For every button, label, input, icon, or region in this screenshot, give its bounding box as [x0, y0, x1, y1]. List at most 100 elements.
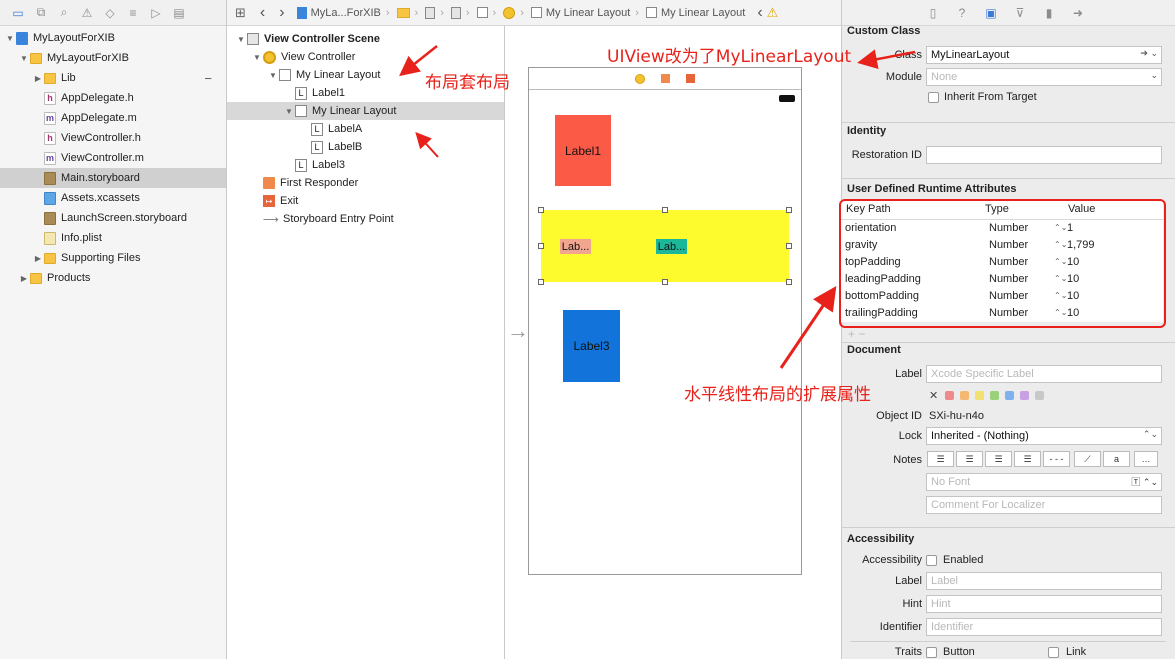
nav-item[interactable]: m AppDelegate.m [0, 108, 226, 128]
jumpbar-folder-crumb[interactable] [396, 7, 410, 18]
nav-item[interactable]: ▶ Products [0, 268, 226, 288]
help-icon[interactable]: ? [955, 6, 969, 20]
jumpbar-file-crumb[interactable] [425, 6, 436, 19]
outline-item[interactable]: ⟶ Storyboard Entry Point [227, 210, 504, 228]
text-color-icon[interactable]: a [1103, 451, 1130, 467]
class-dropdown-icon[interactable]: ➔ ⌄ [1140, 48, 1158, 59]
trait-link-checkbox[interactable] [1048, 647, 1059, 658]
outline-item[interactable]: First Responder [227, 174, 504, 192]
outline-item[interactable]: ▼ View Controller Scene [227, 30, 504, 48]
identifier-field[interactable]: Identifier [926, 618, 1162, 636]
search-icon[interactable]: ⌕ [58, 5, 70, 20]
warning-icon[interactable]: ⚠ [81, 6, 93, 20]
jumpbar-scene-icon-crumb[interactable] [476, 7, 488, 18]
jumpbar-view-crumb[interactable]: My Linear Layout [645, 7, 745, 19]
connections-inspector-icon[interactable]: ➜ [1071, 6, 1085, 20]
disclosure-triangle-icon[interactable]: ▼ [4, 34, 16, 43]
file-inspector-icon[interactable]: ▯ [926, 6, 940, 20]
back-button[interactable]: ‹ [260, 4, 265, 22]
jumpbar-base-crumb[interactable] [450, 6, 461, 19]
breakpoint-icon[interactable]: ▷ [150, 6, 162, 20]
jumpbar-project-crumb[interactable]: MyLa...ForXIB [296, 6, 381, 19]
outline-item[interactable]: ▼ My Linear Layout [227, 102, 504, 120]
disclosure-triangle-icon[interactable]: ▼ [283, 107, 295, 116]
label-color-chip[interactable] [975, 391, 984, 400]
test-icon[interactable]: ◇ [104, 6, 116, 20]
resize-handle[interactable] [786, 243, 792, 249]
hierarchy-icon[interactable]: ⧉ [35, 5, 47, 20]
outline-item[interactable]: ▼ View Controller [227, 48, 504, 66]
linear-layout-view[interactable]: Lab... Lab... [538, 207, 792, 285]
restoration-id-field[interactable] [926, 146, 1162, 164]
resize-handle[interactable] [786, 207, 792, 213]
debug-icon[interactable]: ≡ [127, 6, 139, 20]
jumpbar-scene-crumb[interactable]: My Linear Layout [530, 7, 630, 19]
align-justify-icon[interactable]: ☰ [1014, 451, 1041, 467]
font-field[interactable]: No Font 🅃 ⌃⌄ [926, 473, 1162, 491]
class-field[interactable]: MyLinearLayout ➔ ⌄ [926, 46, 1162, 64]
disclosure-triangle-icon[interactable]: ▶ [18, 274, 30, 283]
add-remove-attribute-buttons[interactable]: + − [848, 327, 865, 341]
disclosure-triangle-icon[interactable]: ▶ [32, 74, 44, 83]
size-inspector-icon[interactable]: ▮ [1042, 6, 1056, 20]
label-color-chip[interactable] [960, 391, 969, 400]
storyboard-entry-arrow-icon[interactable]: → [507, 318, 529, 344]
nav-item[interactable]: Info.plist [0, 228, 226, 248]
resize-handle[interactable] [538, 243, 544, 249]
identity-inspector-icon[interactable]: ▣ [984, 6, 998, 20]
nav-item[interactable]: ▶ Supporting Files [0, 248, 226, 268]
module-dropdown-icon[interactable]: ⌄ [1150, 70, 1158, 81]
label-color-chip[interactable] [1005, 391, 1014, 400]
warning-icon[interactable]: ⚠ [767, 5, 779, 21]
clear-color-icon[interactable]: ✕ [929, 389, 938, 402]
nav-item[interactable]: h AppDelegate.h [0, 88, 226, 108]
font-picker-icon[interactable]: 🅃 ⌃⌄ [1131, 475, 1158, 488]
nav-item[interactable]: Assets.xcassets [0, 188, 226, 208]
nav-item[interactable]: h ViewController.h [0, 128, 226, 148]
grid-icon[interactable]: ⊞ [235, 5, 246, 21]
labelA-view[interactable]: Lab... [560, 239, 591, 254]
lock-popup[interactable]: Inherited - (Nothing) ⌃⌄ [926, 427, 1162, 445]
resize-handle[interactable] [786, 279, 792, 285]
disclosure-triangle-icon[interactable]: ▼ [18, 54, 30, 63]
outline-item[interactable]: L LabelA [227, 120, 504, 138]
forward-button[interactable]: › [279, 4, 284, 22]
view-controller-icon[interactable] [635, 73, 645, 84]
resize-handle[interactable] [538, 279, 544, 285]
collapse-icon[interactable]: − [204, 71, 212, 86]
disclosure-triangle-icon[interactable]: ▼ [251, 53, 263, 62]
resize-handle[interactable] [662, 279, 668, 285]
nav-item[interactable]: ▼ MyLayoutForXIB [0, 28, 226, 48]
accessibility-enabled-checkbox[interactable] [926, 555, 937, 566]
nav-item[interactable]: Main.storyboard [0, 168, 226, 188]
resize-handle[interactable] [662, 207, 668, 213]
label-color-chip[interactable] [1035, 391, 1044, 400]
hint-field[interactable]: Hint [926, 595, 1162, 613]
outline-item[interactable]: ↦ Exit [227, 192, 504, 210]
resize-handle[interactable] [538, 207, 544, 213]
align-center-icon[interactable]: ☰ [956, 451, 983, 467]
more-icon[interactable]: … [1134, 451, 1158, 467]
nav-item[interactable]: LaunchScreen.storyboard [0, 208, 226, 228]
comment-field[interactable]: Comment For Localizer [926, 496, 1162, 514]
lock-dropdown-icon[interactable]: ⌃⌄ [1143, 429, 1158, 440]
jumpbar-vc-crumb[interactable] [503, 6, 516, 19]
module-field[interactable]: None ⌄ [926, 68, 1162, 86]
label1-view[interactable]: Label1 [555, 115, 611, 186]
disclosure-triangle-icon[interactable]: ▶ [32, 254, 44, 263]
acc-label-field[interactable]: Label [926, 572, 1162, 590]
view-controller-scene[interactable]: Label1 Lab... Lab... Label3 [528, 67, 802, 575]
label-color-chip[interactable] [1020, 391, 1029, 400]
outline-item[interactable]: L Label3 [227, 156, 504, 174]
outline-item[interactable]: L LabelB [227, 138, 504, 156]
nav-item[interactable]: ▶ Lib − [0, 68, 226, 88]
label-color-chip[interactable] [945, 391, 954, 400]
trait-button-checkbox[interactable] [926, 647, 937, 658]
align-natural-icon[interactable]: - - - [1043, 451, 1070, 467]
label3-view[interactable]: Label3 [563, 310, 620, 382]
disclosure-triangle-icon[interactable]: ▼ [267, 71, 279, 80]
report-icon[interactable]: ▤ [173, 6, 185, 20]
attributes-inspector-icon[interactable]: ⊽ [1013, 6, 1027, 20]
folder-icon[interactable]: ▭ [12, 6, 24, 20]
align-right-icon[interactable]: ☰ [985, 451, 1012, 467]
